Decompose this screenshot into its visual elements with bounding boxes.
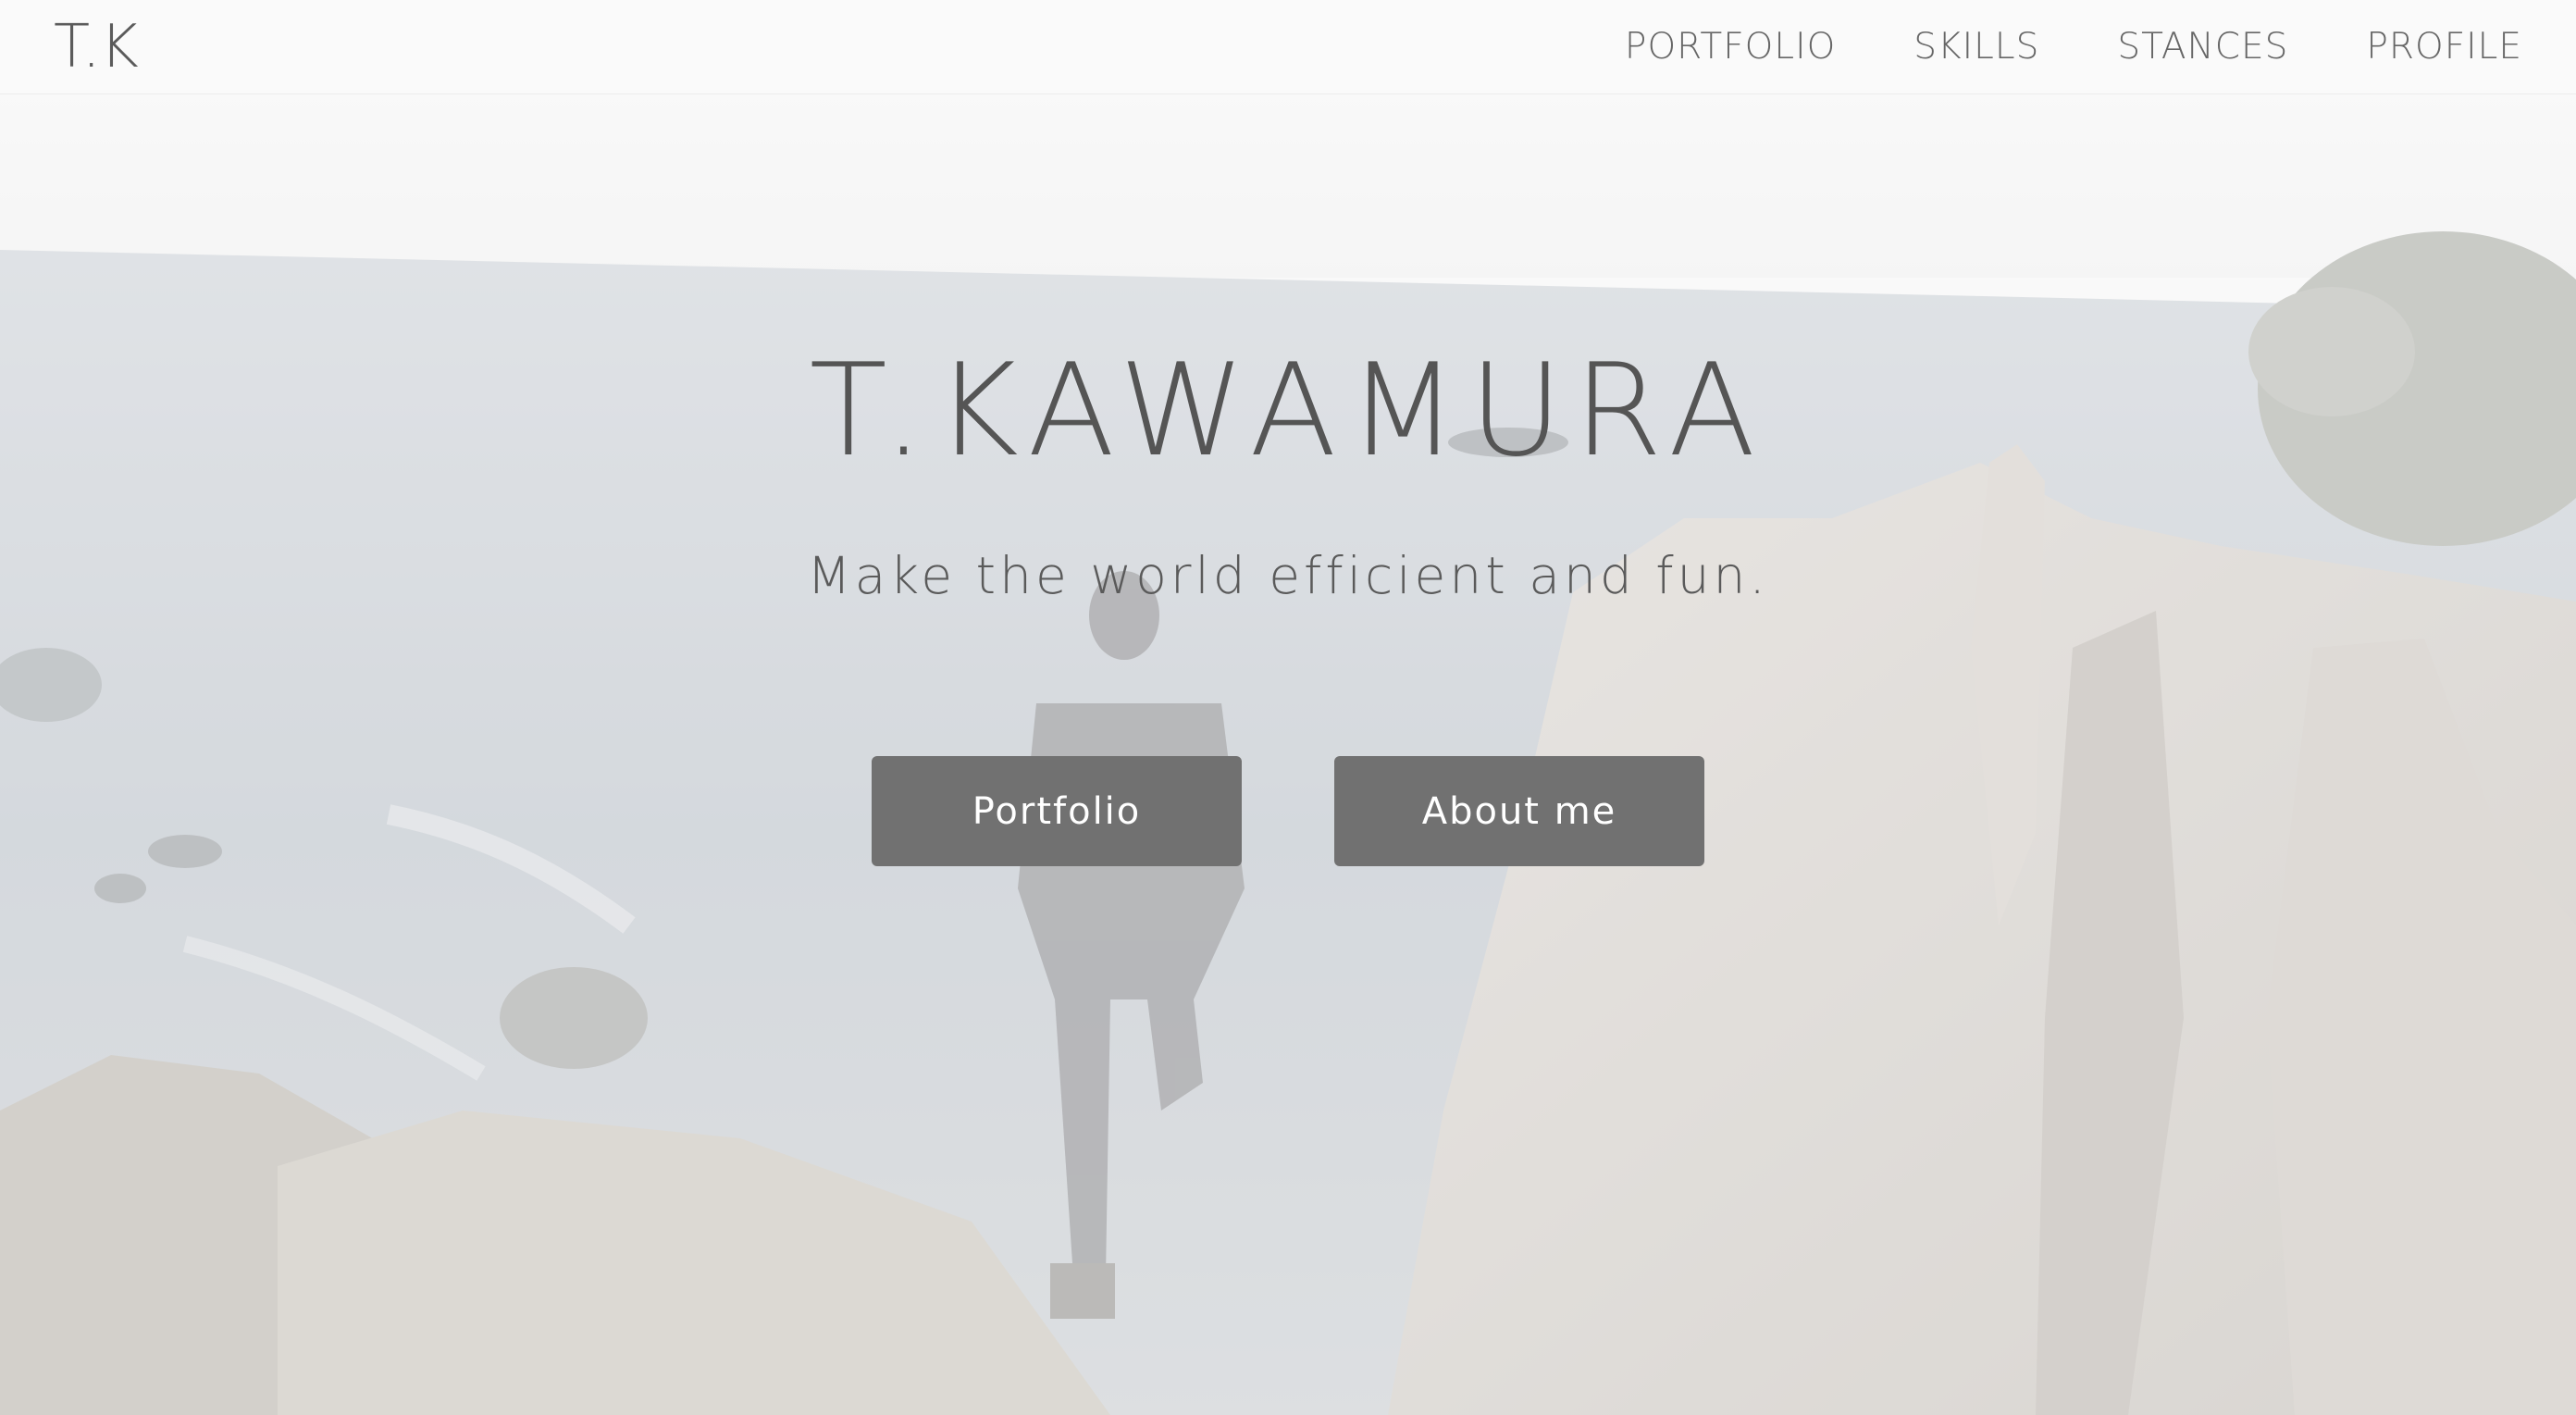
hero-section: T.KAWAMURA Make the world efficient and … [0,0,2576,1415]
landing-page: T.K PORTFOLIO SKILLS STANCES PROFILE T.K… [0,0,2576,1415]
about-me-button[interactable]: About me [1334,756,1704,866]
hero-title: T.KAWAMURA [809,336,1767,485]
portfolio-button[interactable]: Portfolio [872,756,1242,866]
hero-subtitle: Make the world efficient and fun. [807,546,1769,605]
hero-buttons: Portfolio About me [0,756,2576,866]
